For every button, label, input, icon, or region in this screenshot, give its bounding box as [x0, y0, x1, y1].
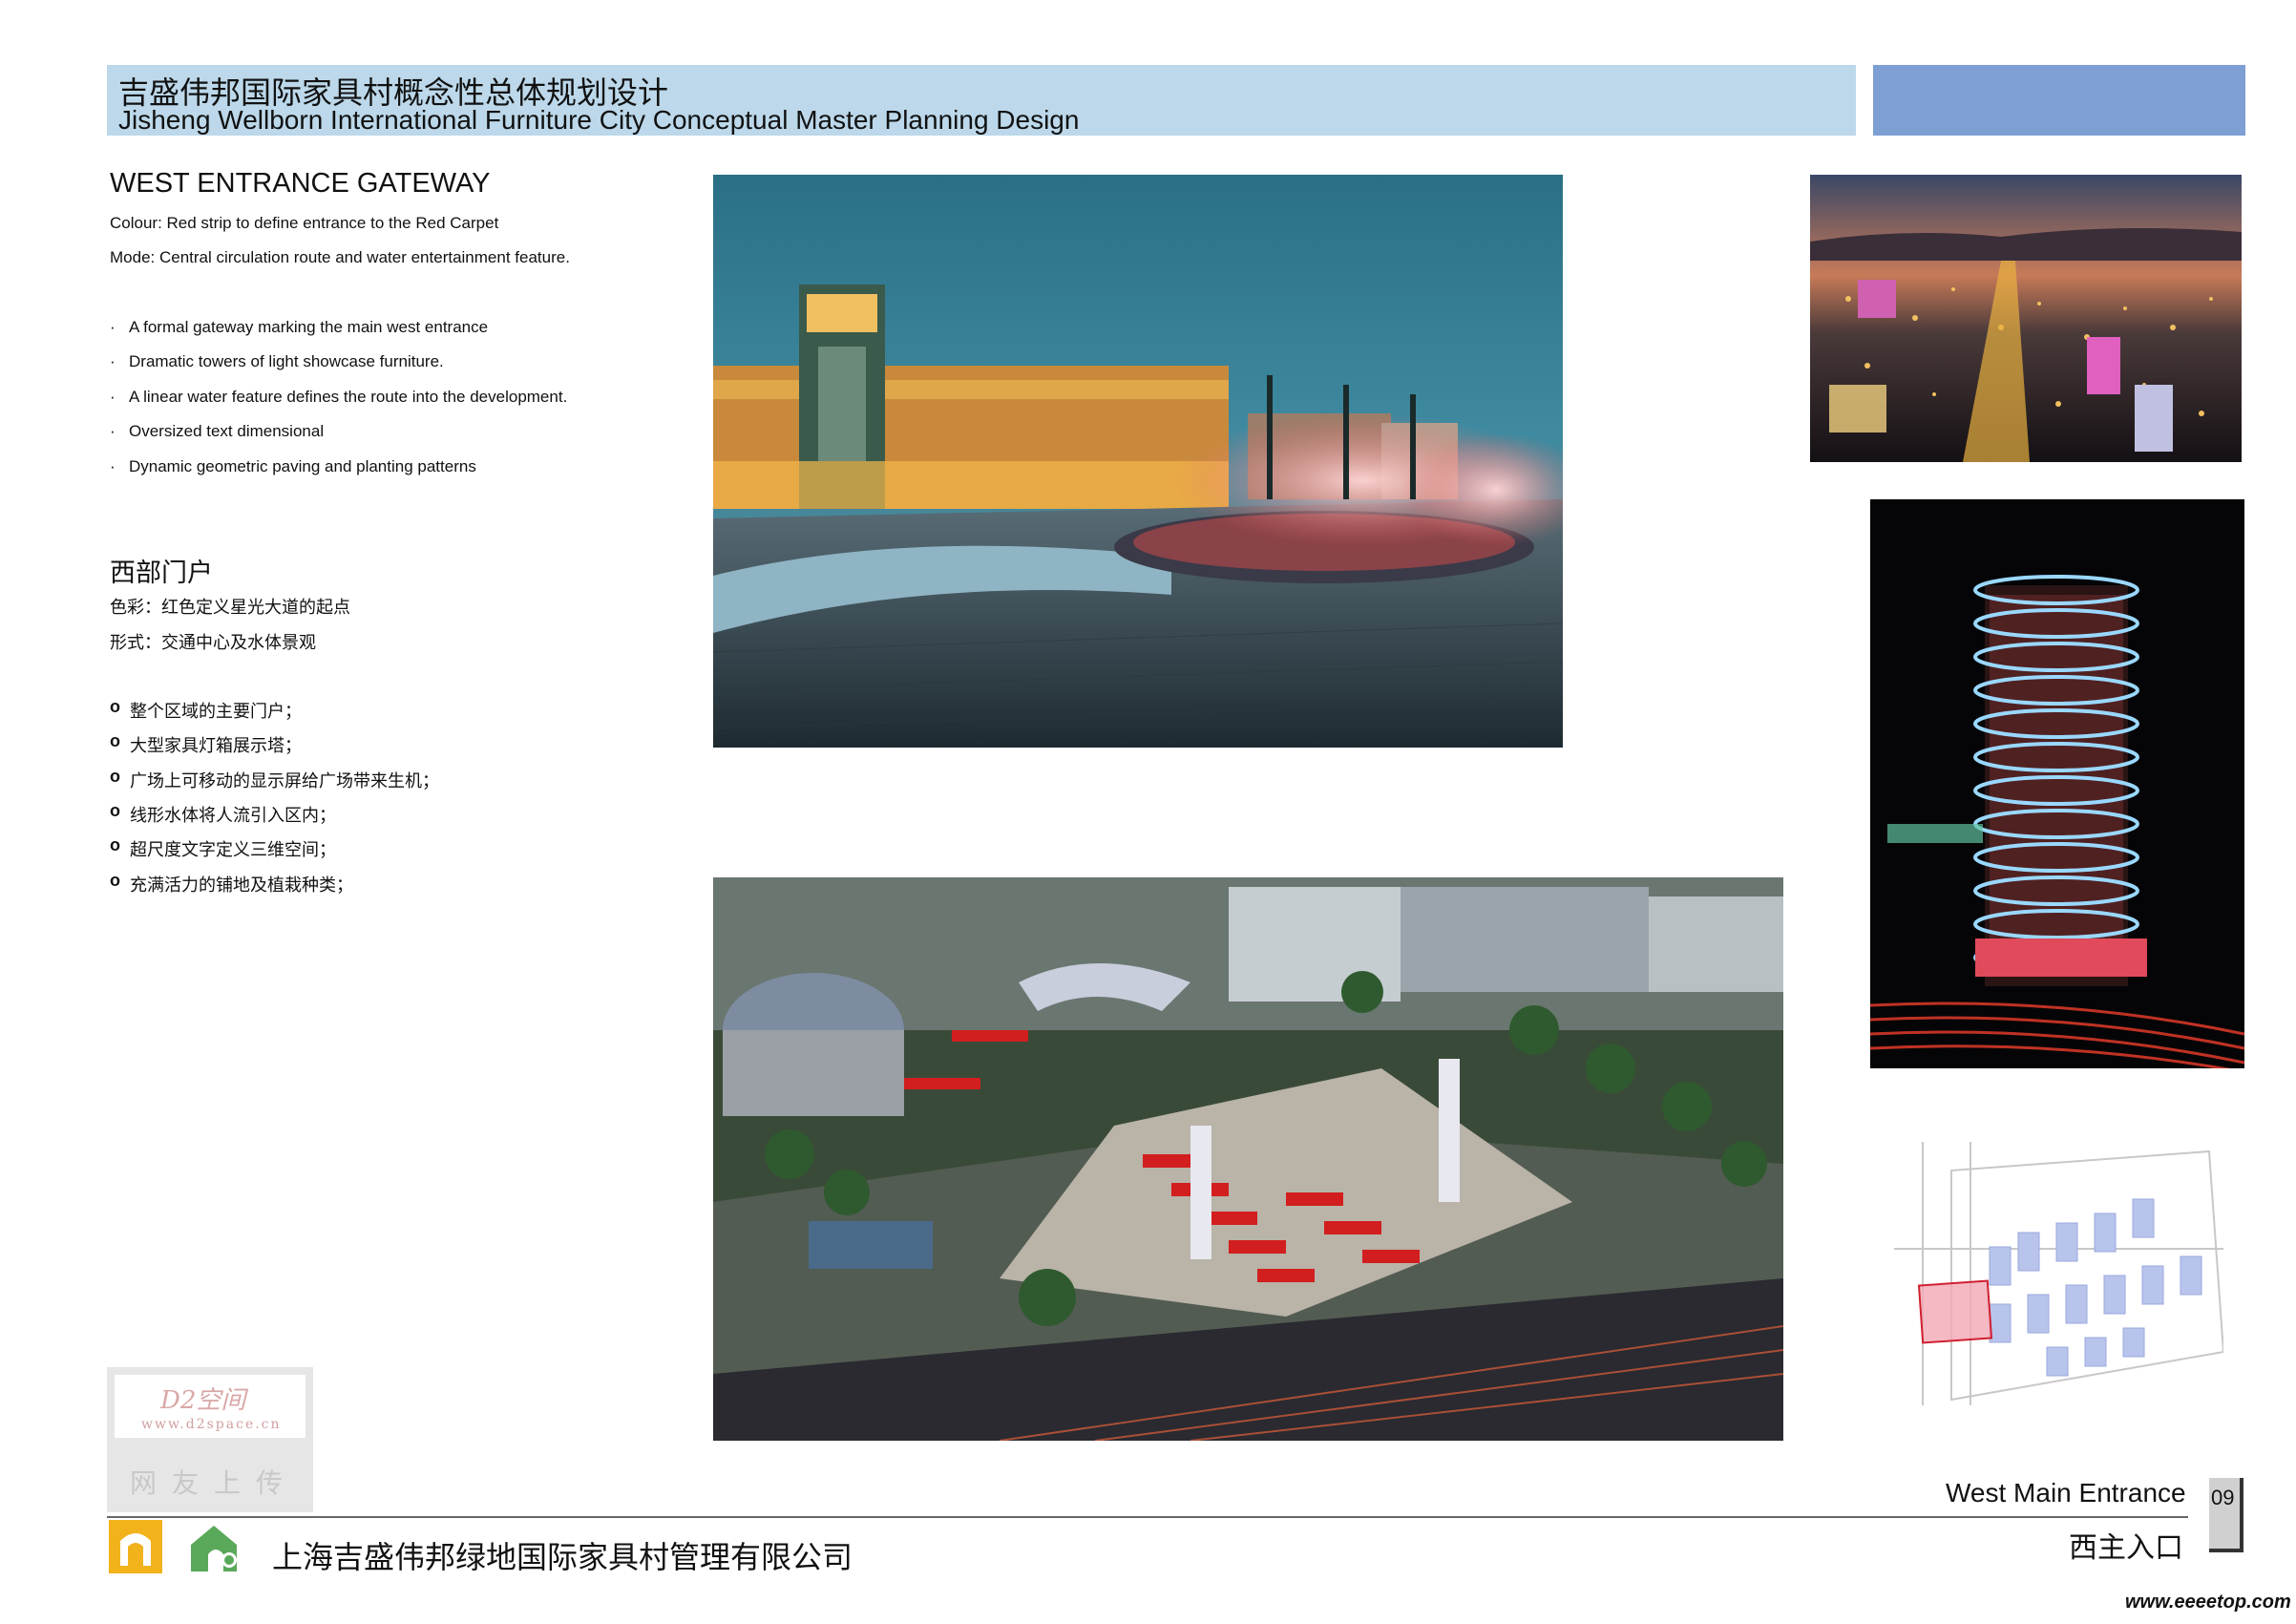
- watermark-url: www.d2space.cn: [141, 1417, 282, 1432]
- fountain-plaza-photo: [713, 175, 1563, 748]
- header-title-en: Jisheng Wellborn International Furniture…: [118, 105, 1080, 135]
- plaza-aerial-render: [713, 877, 1783, 1441]
- night-city-photo: [1810, 175, 2242, 462]
- light-tower-photo: [1870, 499, 2244, 1068]
- company-name: 上海吉盛伟邦绿地国际家具村管理有限公司: [272, 1539, 853, 1575]
- bullet-cn: 线形水体将人流引入区内；: [110, 801, 336, 827]
- watermark-caption: 网友上传: [130, 1467, 299, 1499]
- company-logo-icon: [109, 1520, 162, 1573]
- bullet-en: A formal gateway marking the main west e…: [110, 318, 488, 337]
- bullet-cn: 广场上可移动的显示屏给广场带来生机；: [110, 767, 439, 792]
- bullet-cn: 充满活力的铺地及植栽种类；: [110, 871, 353, 896]
- page-number: 09: [2211, 1486, 2235, 1509]
- page-number-box: 09: [2209, 1478, 2243, 1552]
- colour-line-cn: 色彩：红色定义星光大道的起点: [110, 598, 350, 618]
- mode-line-cn: 形式：交通中心及水体景观: [110, 633, 316, 653]
- header-accent-block: [1873, 65, 2245, 136]
- site-url[interactable]: www.eeeetop.com: [2125, 1592, 2291, 1613]
- site-plan-map: [1894, 1142, 2223, 1405]
- bullet-cn: 大型家具灯箱展示塔；: [110, 731, 302, 757]
- colour-line-en: Colour: Red strip to define entrance to …: [110, 214, 499, 232]
- bullet-en: Dramatic towers of light showcase furnit…: [110, 352, 444, 371]
- footer-divider: [107, 1516, 2188, 1518]
- bullet-cn: 超尺度文字定义三维空间；: [110, 835, 336, 861]
- section-title-en: WEST ENTRANCE GATEWAY: [110, 168, 491, 199]
- section-title-cn: 西部门户: [110, 559, 213, 588]
- bullet-en: A linear water feature defines the route…: [110, 388, 567, 407]
- greenland-logo-icon: [187, 1520, 244, 1575]
- bullet-en: Dynamic geometric paving and planting pa…: [110, 457, 476, 476]
- mode-line-en: Mode: Central circulation route and wate…: [110, 248, 570, 266]
- footer-title-cn: 西主入口: [2069, 1531, 2183, 1565]
- watermark-logo: D2空间: [160, 1386, 246, 1415]
- watermark: D2空间 www.d2space.cn 网友上传: [107, 1367, 313, 1512]
- footer-title-en: West Main Entrance: [1946, 1478, 2186, 1508]
- bullet-en: Oversized text dimensional: [110, 422, 324, 441]
- bullet-cn: 整个区域的主要门户；: [110, 697, 302, 723]
